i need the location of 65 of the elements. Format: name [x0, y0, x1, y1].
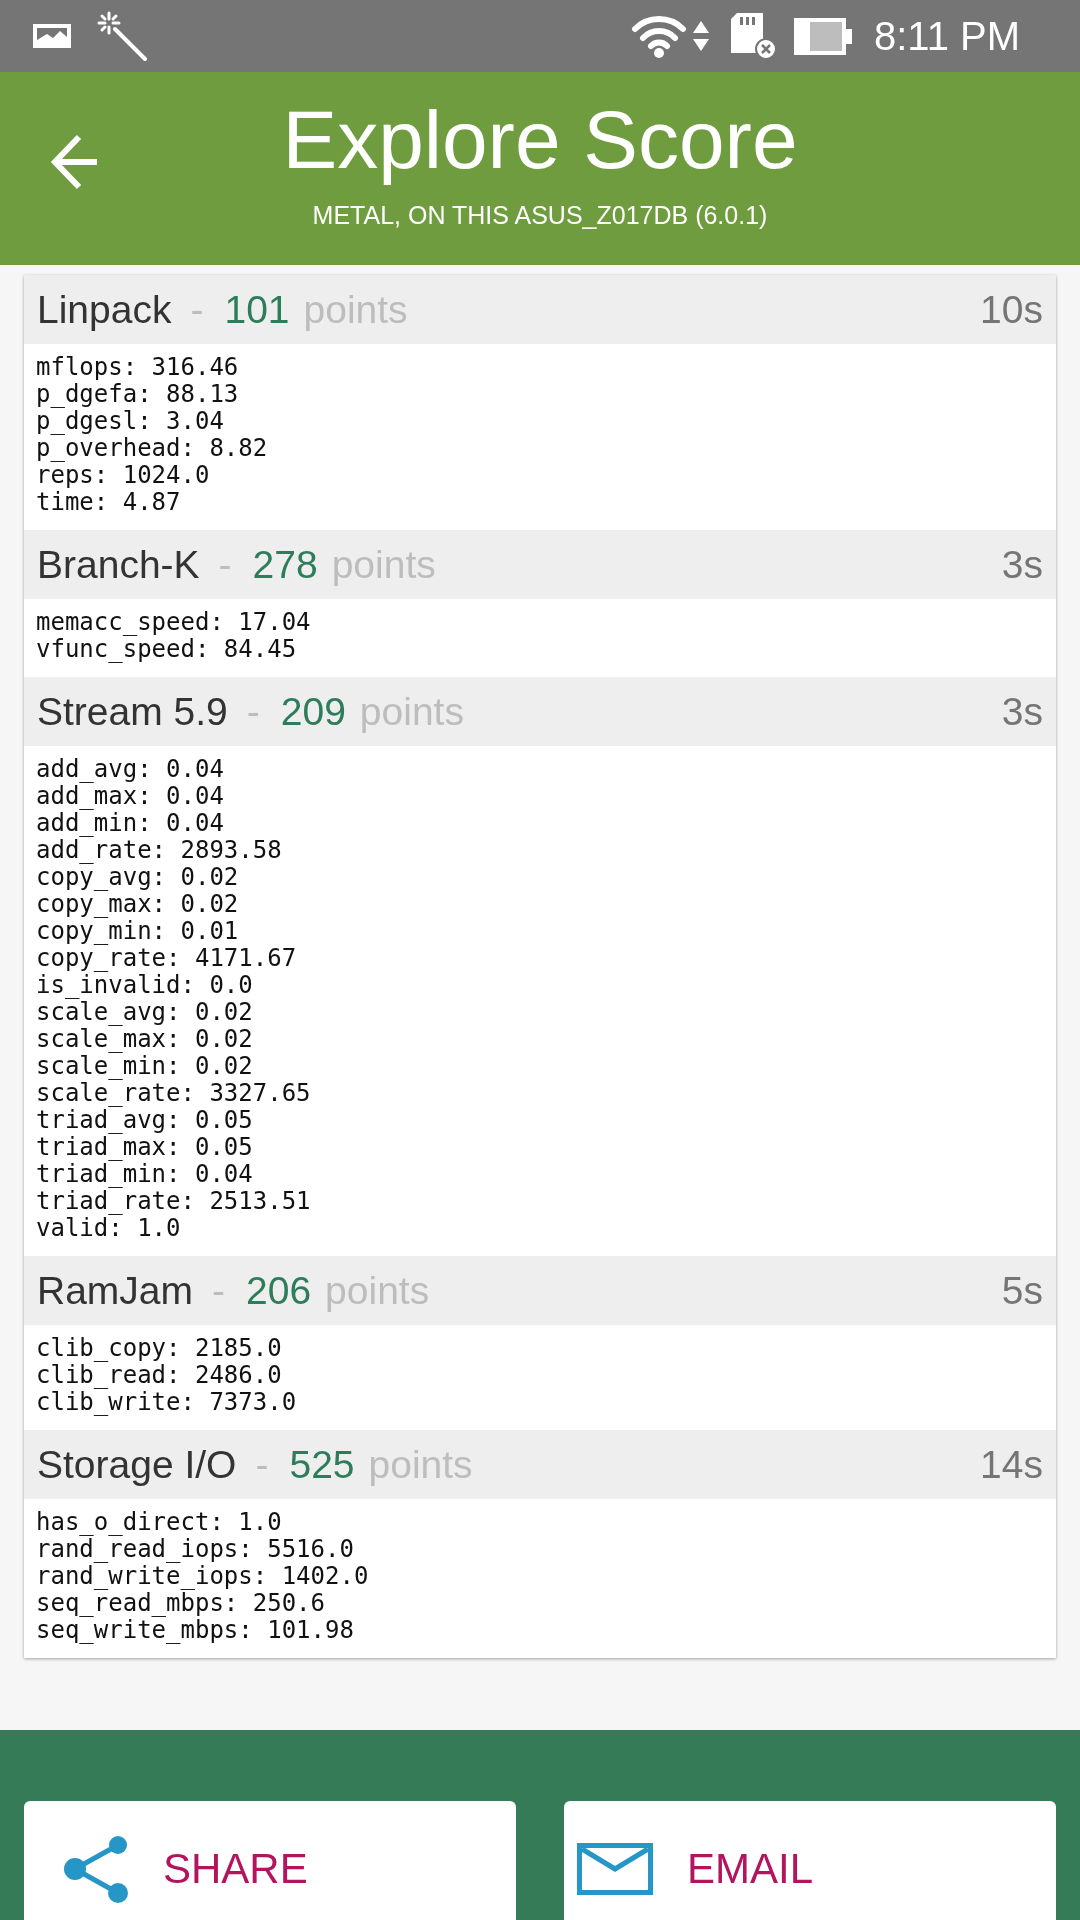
dash-separator: -	[255, 1445, 269, 1484]
clock-time: 8:11 PM	[874, 16, 1020, 56]
metric-line: triad_min: 0.04	[36, 1161, 254, 1188]
page-subtitle: METAL, ON THIS ASUS_Z017DB (6.0.1)	[312, 203, 768, 228]
dash-separator: -	[212, 1271, 226, 1310]
duration-text: 5s	[1001, 1271, 1043, 1310]
metric-line: seq_read_mbps: 250.6	[36, 1590, 326, 1617]
duration-text: 14s	[980, 1445, 1043, 1484]
metric-line: add_min: 0.04	[36, 810, 225, 837]
metric-line: triad_rate: 2513.51	[36, 1188, 312, 1215]
benchmark-name: Storage I/O	[37, 1445, 237, 1484]
metric-line: p_dgesl: 3.04	[36, 408, 225, 435]
share-button[interactable]: SHARE	[24, 1801, 516, 1920]
metric-line: copy_avg: 0.02	[36, 864, 240, 891]
dash-separator: -	[246, 692, 260, 731]
metric-line: add_max: 0.04	[36, 783, 225, 810]
dash-separator: -	[218, 545, 232, 584]
metric-line: copy_max: 0.02	[36, 891, 240, 918]
metric-line: add_avg: 0.04	[36, 756, 225, 783]
metric-line: valid: 1.0	[36, 1215, 181, 1242]
metric-line: has_o_direct: 1.0	[36, 1509, 283, 1536]
envelope-icon	[577, 1842, 653, 1895]
benchmark-name: Branch-K	[37, 545, 200, 584]
benchmark-name: Linpack	[37, 290, 172, 329]
magic-wand-icon	[97, 11, 147, 61]
picture-icon	[33, 24, 71, 48]
metric-line: reps: 1024.0	[36, 462, 211, 489]
duration-text: 3s	[1001, 545, 1043, 584]
duration-text: 10s	[980, 290, 1043, 329]
duration-text: 3s	[1001, 692, 1043, 731]
metric-line: triad_max: 0.05	[36, 1134, 254, 1161]
email-button[interactable]: EMAIL	[564, 1801, 1056, 1920]
share-icon	[64, 1833, 129, 1904]
metric-line: p_dgefa: 88.13	[36, 381, 240, 408]
metric-line: memacc_speed: 17.04	[36, 609, 312, 636]
score-value: 209	[280, 692, 346, 731]
metric-line: scale_min: 0.02	[36, 1053, 254, 1080]
benchmark-name: Stream 5.9	[37, 692, 228, 731]
score-value: 525	[289, 1445, 355, 1484]
metric-line: copy_rate: 4171.67	[36, 945, 298, 972]
dash-separator: -	[190, 290, 204, 329]
score-value: 278	[252, 545, 318, 584]
metric-line: clib_read: 2486.0	[36, 1362, 283, 1389]
wifi-icon	[631, 13, 687, 59]
metric-line: triad_avg: 0.05	[36, 1107, 254, 1134]
metric-line: time: 4.87	[36, 489, 182, 516]
metric-line: clib_write: 7373.0	[36, 1389, 298, 1416]
metric-line: scale_max: 0.02	[36, 1026, 254, 1053]
metric-line: is_invalid: 0.0	[36, 972, 254, 999]
metric-line: rand_write_iops: 1402.0	[36, 1563, 370, 1590]
metric-line: p_overhead: 8.82	[36, 435, 269, 462]
battery-icon	[794, 17, 852, 55]
score-value: 101	[224, 290, 290, 329]
metric-line: rand_read_iops: 5516.0	[36, 1536, 355, 1563]
benchmark-name: RamJam	[37, 1271, 194, 1310]
metric-line: mflops: 316.46	[36, 354, 240, 381]
metric-line: copy_min: 0.01	[36, 918, 240, 945]
metric-line: clib_copy: 2185.0	[36, 1335, 283, 1362]
metric-line: add_rate: 2893.58	[36, 837, 283, 864]
metric-line: vfunc_speed: 84.45	[36, 636, 298, 663]
sd-card-icon	[731, 12, 777, 60]
score-value: 206	[246, 1271, 312, 1310]
metric-line: scale_rate: 3327.65	[36, 1080, 312, 1107]
metric-line: scale_avg: 0.02	[36, 999, 254, 1026]
metric-line: seq_write_mbps: 101.98	[36, 1617, 355, 1644]
